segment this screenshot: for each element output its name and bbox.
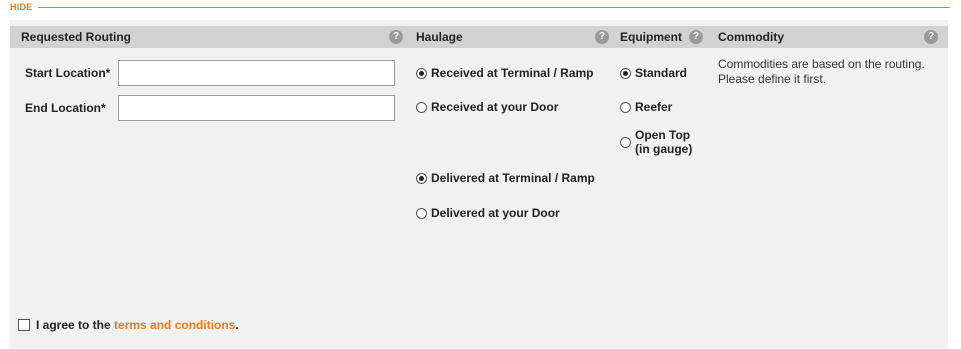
radio-indicator: [416, 101, 427, 113]
radio-indicator: [416, 67, 427, 79]
equipment-standard-radio[interactable]: Standard: [620, 66, 687, 80]
equipment-reefer-radio[interactable]: Reefer: [620, 100, 672, 114]
terms-prefix: I agree to the: [36, 318, 115, 332]
equipment-open-top-radio[interactable]: Open Top (in gauge): [620, 128, 692, 156]
haulage-help-icon[interactable]: ?: [595, 30, 609, 44]
header-haulage: Haulage: [416, 30, 463, 44]
equipment-help-icon[interactable]: ?: [689, 30, 703, 44]
radio-label: Open Top (in gauge): [635, 128, 692, 156]
open-top-line2: (in gauge): [635, 142, 693, 156]
commodity-info-text: Commodities are based on the routing. Pl…: [718, 57, 925, 86]
radio-label: Received at Terminal / Ramp: [431, 66, 594, 80]
terms-and-conditions-link[interactable]: terms and conditions: [114, 318, 235, 332]
column-header-row: Requested Routing ? Haulage ? Equipment …: [10, 26, 948, 48]
terms-text: I agree to the terms and conditions.: [36, 318, 239, 332]
routing-help-icon[interactable]: ?: [389, 30, 403, 44]
header-commodity: Commodity: [718, 30, 784, 44]
hide-link[interactable]: HIDE: [10, 2, 32, 12]
header-equipment: Equipment: [620, 30, 682, 44]
radio-label: Delivered at your Door: [431, 206, 560, 220]
accent-divider: [38, 7, 950, 8]
radio-indicator: [620, 101, 631, 113]
commodity-help-icon[interactable]: ?: [924, 30, 938, 44]
haulage-received-door-radio[interactable]: Received at your Door: [416, 100, 558, 114]
haulage-received-terminal-radio[interactable]: Received at Terminal / Ramp: [416, 66, 594, 80]
radio-label: Delivered at Terminal / Ramp: [431, 171, 595, 185]
radio-indicator: [620, 136, 631, 148]
radio-indicator: [620, 67, 631, 79]
open-top-line1: Open Top: [635, 128, 691, 142]
terms-checkbox[interactable]: [18, 319, 30, 331]
start-location-label: Start Location*: [25, 66, 111, 80]
quote-form-panel: Requested Routing ? Haulage ? Equipment …: [10, 20, 948, 348]
terms-agreement: I agree to the terms and conditions.: [18, 318, 239, 332]
radio-label: Received at your Door: [431, 100, 559, 114]
haulage-delivered-door-radio[interactable]: Delivered at your Door: [416, 206, 560, 220]
terms-suffix: .: [235, 318, 239, 332]
haulage-delivered-terminal-radio[interactable]: Delivered at Terminal / Ramp: [416, 171, 595, 185]
end-location-input[interactable]: [118, 95, 395, 121]
end-location-label: End Location*: [25, 101, 106, 115]
radio-label: Standard: [635, 66, 688, 80]
radio-label: Reefer: [635, 100, 673, 114]
start-location-input[interactable]: [118, 60, 395, 86]
header-requested-routing: Requested Routing: [21, 30, 131, 44]
hide-toggle-bar: HIDE: [10, 0, 950, 14]
radio-indicator: [416, 207, 427, 219]
radio-indicator: [416, 172, 427, 184]
